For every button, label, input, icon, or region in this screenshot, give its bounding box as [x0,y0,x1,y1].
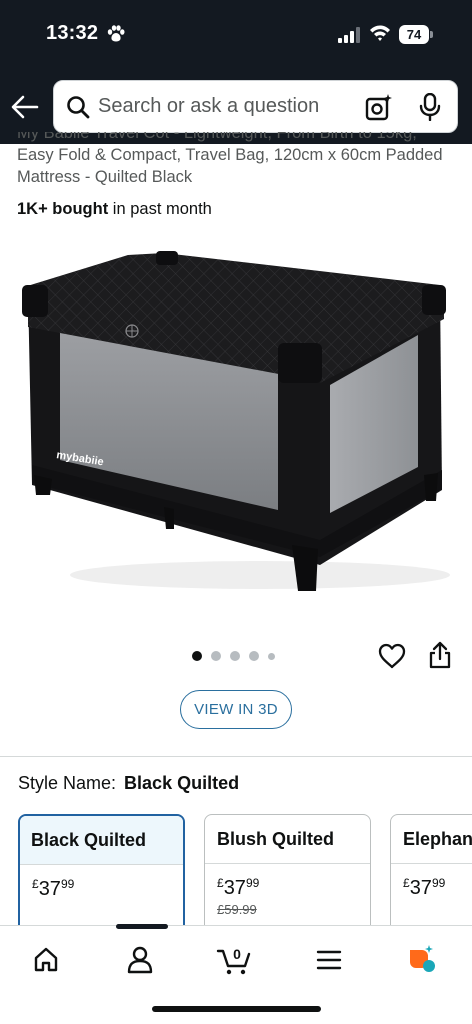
cart-icon[interactable]: 0 [214,942,254,976]
product-title-cut-line: My Babiie Travel Cot - Lightweight, From… [17,132,457,144]
price-whole: 37 [38,878,61,900]
battery-tip [430,31,433,38]
share-icon[interactable] [428,641,452,669]
carousel-dot[interactable] [211,651,221,661]
battery-indicator: 74 [399,25,433,44]
rufus-assistant-icon[interactable] [402,942,442,976]
price-whole: 37 [223,877,246,899]
style-name-value: Black Quilted [124,773,240,793]
price-fraction: 99 [245,876,260,890]
bought-count: 1K+ bought [17,200,109,218]
bought-suffix: in past month [108,200,212,218]
carousel-dot[interactable] [249,651,259,661]
price-whole: 37 [409,877,432,899]
style-name-row: Style Name: Black Quilted [18,773,239,794]
microphone-icon[interactable] [419,93,441,121]
status-bar: 13:32 74 [0,0,472,70]
menu-icon[interactable] [309,942,349,976]
back-arrow-icon[interactable] [10,94,40,120]
carousel-dot[interactable] [230,651,240,661]
style-option-name: Black Quilted [20,816,183,865]
style-name-label: Style Name: [18,773,117,793]
product-image[interactable]: mybabiie [20,245,452,605]
carousel-dot[interactable] [268,652,275,660]
search-input[interactable] [98,81,348,132]
style-option-old-price: £59.99 [217,902,257,917]
cart-count: 0 [233,946,241,962]
section-divider [0,756,472,757]
wishlist-heart-icon[interactable] [378,643,406,669]
style-option-price: £3799 [20,865,183,901]
wifi-icon [370,25,390,41]
signal-icon [338,27,360,43]
product-page: 13:32 74 Search or ask a question My Bab… [0,0,472,1024]
style-option-name: Elephant [391,815,472,864]
bought-in-past-month: 1K+ bought in past month [17,200,212,219]
price-currency: £ [32,877,39,891]
style-option-price: £3799 [205,864,370,900]
product-title-line-2: Easy Fold & Compact, Travel Bag, 120cm x… [17,146,443,164]
search-box[interactable] [53,80,458,133]
price-fraction: 99 [60,877,75,891]
product-title[interactable]: My Babiie Travel Cot - Lightweight, From… [17,132,457,188]
carousel-dot[interactable] [192,651,202,661]
account-icon[interactable] [120,942,160,976]
home-indicator-bar[interactable] [152,1006,321,1012]
style-option-price: £3799 [391,864,472,900]
price-currency: £ [217,876,224,890]
home-icon[interactable] [26,942,66,976]
view-in-3d-button[interactable]: VIEW IN 3D [180,690,292,729]
paw-icon [107,25,125,42]
style-option-name: Blush Quilted [205,815,370,864]
price-fraction: 99 [431,876,446,890]
product-title-line-1: My Babiie Travel Cot - Lightweight, From… [17,132,417,142]
camera-search-icon[interactable] [365,93,393,121]
active-tab-indicator [116,924,168,929]
price-currency: £ [403,876,410,890]
status-time: 13:32 [46,22,99,44]
battery-level: 74 [399,25,429,44]
product-title-line-3: Mattress - Quilted Black [17,168,193,186]
search-icon [67,96,90,119]
